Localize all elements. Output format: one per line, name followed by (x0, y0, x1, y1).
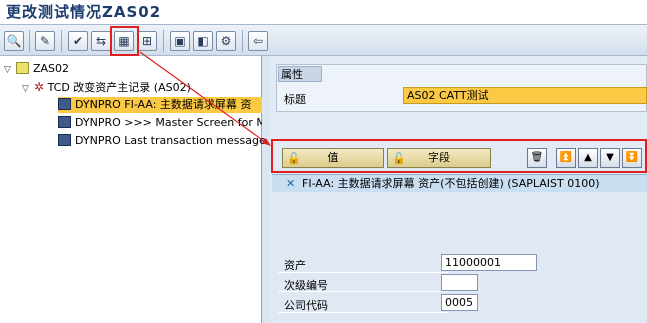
annotation-arrow (139, 51, 271, 146)
